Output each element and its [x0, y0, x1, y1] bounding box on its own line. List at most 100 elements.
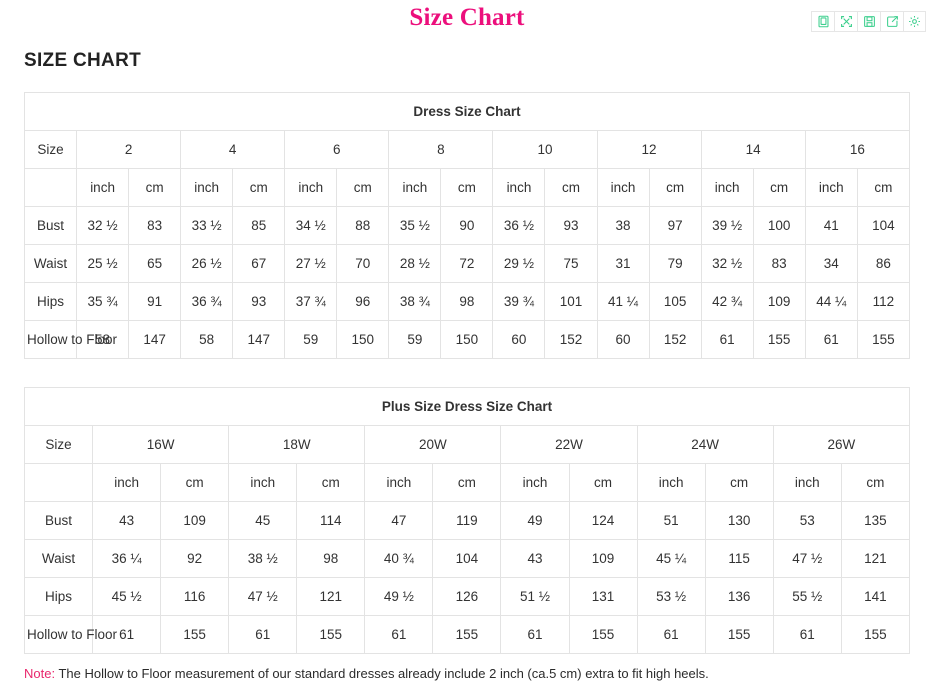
measurement-cell: 34 [805, 245, 857, 283]
unit-header-cell: cm [337, 169, 389, 207]
save-icon[interactable] [857, 11, 880, 32]
table-caption: Plus Size Dress Size Chart [25, 388, 910, 426]
measurement-cell: 70 [337, 245, 389, 283]
measurement-cell: 100 [753, 207, 805, 245]
unit-header-cell: inch [501, 464, 569, 502]
size-header-row: Size246810121416 [25, 131, 910, 169]
measurement-cell: 44 ¼ [805, 283, 857, 321]
measurement-cell: 55 ½ [773, 578, 841, 616]
dress-size-chart-table: Dress Size ChartSize246810121416inchcmin… [24, 92, 910, 359]
plus-size-dress-chart-table: Plus Size Dress Size ChartSize16W18W20W2… [24, 387, 910, 654]
measurement-cell: 147 [233, 321, 285, 359]
measurement-cell: 119 [433, 502, 501, 540]
measurement-cell: 93 [545, 207, 597, 245]
unit-header-cell: cm [649, 169, 701, 207]
size-header-cell: 16 [805, 131, 909, 169]
unit-header-cell: inch [77, 169, 129, 207]
measurement-cell: 105 [649, 283, 701, 321]
size-header-cell: 22W [501, 426, 637, 464]
size-header-row: Size16W18W20W22W24W26W [25, 426, 910, 464]
unit-header-cell: cm [233, 169, 285, 207]
table-row: Hips45 ½11647 ½12149 ½12651 ½13153 ½1365… [25, 578, 910, 616]
toolbar [811, 11, 926, 32]
measurement-cell: 38 ½ [229, 540, 297, 578]
measurement-cell: 72 [441, 245, 493, 283]
row-label-cell: Hollow to Floor [25, 321, 77, 359]
measurement-cell: 135 [841, 502, 909, 540]
measurement-cell: 38 ¾ [389, 283, 441, 321]
measurement-cell: 29 ½ [493, 245, 545, 283]
size-label-cell: Size [25, 426, 93, 464]
table-row: Hollow to Floor6115561155611556115561155… [25, 616, 910, 654]
measurement-cell: 61 [773, 616, 841, 654]
measurement-cell: 38 [597, 207, 649, 245]
measurement-cell: 36 ¼ [93, 540, 161, 578]
size-header-cell: 6 [285, 131, 389, 169]
corner-cell [25, 169, 77, 207]
unit-header-cell: cm [297, 464, 365, 502]
measurement-cell: 45 ¼ [637, 540, 705, 578]
note: Note: The Hollow to Floor measurement of… [24, 666, 934, 681]
measurement-cell: 36 ¾ [181, 283, 233, 321]
measurement-cell: 61 [637, 616, 705, 654]
measurement-cell: 88 [337, 207, 389, 245]
unit-header-cell: inch [181, 169, 233, 207]
measurement-cell: 109 [753, 283, 805, 321]
top-bar: Size Chart [0, 0, 934, 44]
measurement-cell: 114 [297, 502, 365, 540]
measurement-cell: 116 [161, 578, 229, 616]
measurement-cell: 155 [705, 616, 773, 654]
measurement-cell: 83 [753, 245, 805, 283]
fullscreen-icon[interactable] [834, 11, 857, 32]
size-header-cell: 4 [181, 131, 285, 169]
row-label-cell: Hips [25, 283, 77, 321]
measurement-cell: 32 ½ [77, 207, 129, 245]
row-label-cell: Waist [25, 245, 77, 283]
table-row: Bust431094511447119491245113053135 [25, 502, 910, 540]
measurement-cell: 36 ½ [493, 207, 545, 245]
document-title: Size Chart [0, 4, 934, 32]
measurement-cell: 33 ½ [181, 207, 233, 245]
measurement-cell: 112 [857, 283, 909, 321]
unit-header-cell: cm [433, 464, 501, 502]
unit-header-cell: inch [389, 169, 441, 207]
gear-icon[interactable] [903, 11, 926, 32]
measurement-cell: 41 ¼ [597, 283, 649, 321]
row-label-cell: Bust [25, 207, 77, 245]
unit-header-cell: cm [441, 169, 493, 207]
measurement-cell: 25 ½ [77, 245, 129, 283]
share-icon[interactable] [880, 11, 903, 32]
row-label-cell: Hollow to Floor [25, 616, 93, 654]
size-header-cell: 8 [389, 131, 493, 169]
size-header-cell: 12 [597, 131, 701, 169]
measurement-cell: 67 [233, 245, 285, 283]
measurement-cell: 65 [129, 245, 181, 283]
unit-header-cell: cm [841, 464, 909, 502]
unit-header-cell: inch [637, 464, 705, 502]
measurement-cell: 59 [389, 321, 441, 359]
dress-size-chart-section: Dress Size ChartSize246810121416inchcmin… [24, 92, 910, 359]
mobile-view-icon[interactable] [811, 11, 834, 32]
row-label-cell: Bust [25, 502, 93, 540]
measurement-cell: 121 [841, 540, 909, 578]
measurement-cell: 155 [161, 616, 229, 654]
dress-size-chart-body: Dress Size ChartSize246810121416inchcmin… [25, 93, 910, 359]
unit-header-cell: inch [597, 169, 649, 207]
note-label: Note: [24, 666, 55, 681]
measurement-cell: 109 [569, 540, 637, 578]
table-caption-row: Plus Size Dress Size Chart [25, 388, 910, 426]
measurement-cell: 155 [857, 321, 909, 359]
measurement-cell: 93 [233, 283, 285, 321]
measurement-cell: 26 ½ [181, 245, 233, 283]
measurement-cell: 60 [493, 321, 545, 359]
measurement-cell: 79 [649, 245, 701, 283]
row-label-cell: Waist [25, 540, 93, 578]
measurement-cell: 98 [297, 540, 365, 578]
measurement-cell: 150 [337, 321, 389, 359]
measurement-cell: 75 [545, 245, 597, 283]
unit-header-cell: inch [701, 169, 753, 207]
measurement-cell: 136 [705, 578, 773, 616]
unit-header-cell: inch [805, 169, 857, 207]
measurement-cell: 86 [857, 245, 909, 283]
size-header-cell: 18W [229, 426, 365, 464]
